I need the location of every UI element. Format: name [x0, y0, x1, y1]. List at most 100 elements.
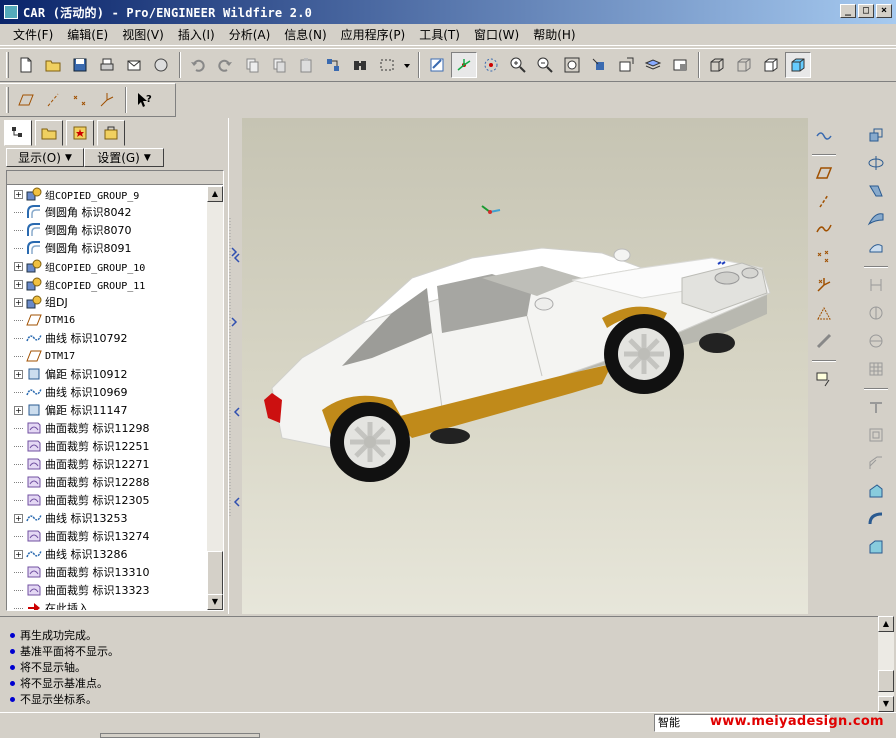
datum-plane-tool-icon[interactable] — [811, 160, 837, 186]
menu-help[interactable]: 帮助(H) — [526, 26, 582, 43]
edge-chamfer-icon[interactable] — [863, 534, 889, 560]
tree-item[interactable]: DTM16 — [7, 311, 75, 329]
expand-icon[interactable]: + — [14, 297, 23, 307]
datum-point-tool-icon[interactable] — [811, 244, 837, 270]
csys-display-icon[interactable] — [94, 87, 120, 113]
tree-scrollbar[interactable]: ▲ ▼ — [207, 186, 223, 610]
shell-icon[interactable] — [863, 300, 889, 326]
expand-icon[interactable]: + — [14, 279, 23, 289]
new-file-icon[interactable] — [13, 52, 39, 78]
send-link-icon[interactable] — [148, 52, 174, 78]
boundary-blend-icon[interactable] — [863, 206, 889, 232]
spin-center-icon[interactable] — [451, 52, 477, 78]
repaint-icon[interactable] — [424, 52, 450, 78]
tree-item[interactable]: 倒圆角 标识8091 — [7, 239, 132, 257]
zoom-out-icon[interactable] — [532, 52, 558, 78]
tree-item[interactable]: + 偏距 标识10912 — [7, 365, 128, 383]
hidden-line-icon[interactable] — [731, 52, 757, 78]
tree-item[interactable]: DTM17 — [7, 347, 75, 365]
auto-round-icon[interactable] — [863, 506, 889, 532]
tree-item[interactable]: + 曲线 标识13286 — [7, 545, 128, 563]
settings-menu-button[interactable]: 设置(G) ▼ — [84, 148, 164, 167]
undo-icon[interactable] — [185, 52, 211, 78]
pattern-icon[interactable] — [863, 356, 889, 382]
cut-icon[interactable] — [239, 52, 265, 78]
tree-item[interactable]: + 组DJ — [7, 293, 68, 311]
analysis-feature-icon[interactable] — [811, 300, 837, 326]
car-model[interactable] — [242, 118, 808, 614]
reference-tool-icon[interactable] — [811, 328, 837, 354]
folder-browser-tab[interactable] — [35, 120, 63, 146]
zoom-in-icon[interactable] — [505, 52, 531, 78]
close-button[interactable]: × — [876, 4, 892, 18]
csys-tool-icon[interactable] — [811, 272, 837, 298]
hole-icon[interactable] — [863, 272, 889, 298]
round-icon[interactable] — [863, 422, 889, 448]
scroll-up-icon[interactable]: ▲ — [878, 616, 894, 632]
scroll-thumb[interactable] — [207, 551, 223, 599]
minimize-button[interactable]: _ — [840, 4, 856, 18]
tree-item[interactable]: 曲面裁剪 标识12305 — [7, 491, 150, 509]
tree-item[interactable]: + 组COPIED_GROUP_11 — [7, 275, 145, 293]
tree-item[interactable]: 曲线 标识10792 — [7, 329, 128, 347]
tree-item[interactable]: + 组COPIED_GROUP_10 — [7, 257, 145, 275]
tree-item[interactable]: 曲面裁剪 标识13323 — [7, 581, 150, 599]
layers-icon[interactable] — [640, 52, 666, 78]
find-icon[interactable] — [347, 52, 373, 78]
maximize-button[interactable]: □ — [858, 4, 874, 18]
shading-icon[interactable] — [785, 52, 811, 78]
datum-plane-display-icon[interactable] — [13, 87, 39, 113]
tree-item[interactable]: 曲面裁剪 标识12271 — [7, 455, 150, 473]
draft-icon[interactable] — [863, 394, 889, 420]
tree-item[interactable]: 曲面裁剪 标识13274 — [7, 527, 150, 545]
tree-item[interactable]: 曲面裁剪 标识12288 — [7, 473, 150, 491]
refit-icon[interactable] — [559, 52, 585, 78]
menu-view[interactable]: 视图(V) — [115, 26, 171, 43]
sweep-icon[interactable] — [863, 178, 889, 204]
tree-item[interactable]: 倒圆角 标识8042 — [7, 203, 132, 221]
panel-splitter[interactable] — [228, 118, 242, 614]
menu-edit[interactable]: 编辑(E) — [60, 26, 115, 43]
rib-icon[interactable] — [863, 328, 889, 354]
expand-icon[interactable]: + — [14, 549, 23, 559]
open-folder-icon[interactable] — [40, 52, 66, 78]
connections-tab[interactable] — [97, 120, 125, 146]
tree-item[interactable]: 在此插入 — [7, 599, 89, 610]
scroll-down-icon[interactable]: ▼ — [878, 696, 894, 712]
reorient-icon[interactable] — [586, 52, 612, 78]
regenerate-icon[interactable] — [320, 52, 346, 78]
tree-item[interactable]: + 曲线 标识13253 — [7, 509, 128, 527]
datum-axis-display-icon[interactable] — [40, 87, 66, 113]
show-menu-button[interactable]: 显示(O) ▼ — [6, 148, 84, 167]
saved-views-icon[interactable] — [613, 52, 639, 78]
tree-item[interactable]: 曲线 标识10969 — [7, 383, 128, 401]
paste-icon[interactable] — [293, 52, 319, 78]
menu-applications[interactable]: 应用程序(P) — [334, 26, 413, 43]
expand-icon[interactable]: + — [14, 369, 23, 379]
edge-round-icon[interactable] — [863, 478, 889, 504]
save-icon[interactable] — [67, 52, 93, 78]
email-icon[interactable] — [121, 52, 147, 78]
wireframe-icon[interactable] — [704, 52, 730, 78]
redo-icon[interactable] — [212, 52, 238, 78]
model-tree-tab[interactable] — [4, 120, 32, 146]
datum-display-toggle-icon[interactable] — [811, 122, 837, 148]
expand-icon[interactable]: + — [14, 513, 23, 523]
scroll-up-icon[interactable]: ▲ — [207, 186, 223, 202]
menu-tools[interactable]: 工具(T) — [412, 26, 467, 43]
annotation-tool-icon[interactable] — [811, 366, 837, 392]
sketched-curve-icon[interactable] — [811, 216, 837, 242]
select-box-icon[interactable] — [374, 52, 400, 78]
menu-info[interactable]: 信息(N) — [277, 26, 333, 43]
revolve-icon[interactable] — [863, 150, 889, 176]
context-help-icon[interactable]: ? — [131, 87, 157, 113]
expand-icon[interactable]: + — [14, 405, 23, 415]
extrude-icon[interactable] — [863, 122, 889, 148]
select-dropdown-icon[interactable] — [401, 52, 413, 78]
expand-icon[interactable]: + — [14, 189, 23, 199]
copy-icon[interactable] — [266, 52, 292, 78]
view-manager-icon[interactable] — [667, 52, 693, 78]
datum-point-display-icon[interactable] — [67, 87, 93, 113]
tree-item[interactable]: + 组COPIED_GROUP_9 — [7, 185, 139, 203]
menu-insert[interactable]: 插入(I) — [171, 26, 222, 43]
